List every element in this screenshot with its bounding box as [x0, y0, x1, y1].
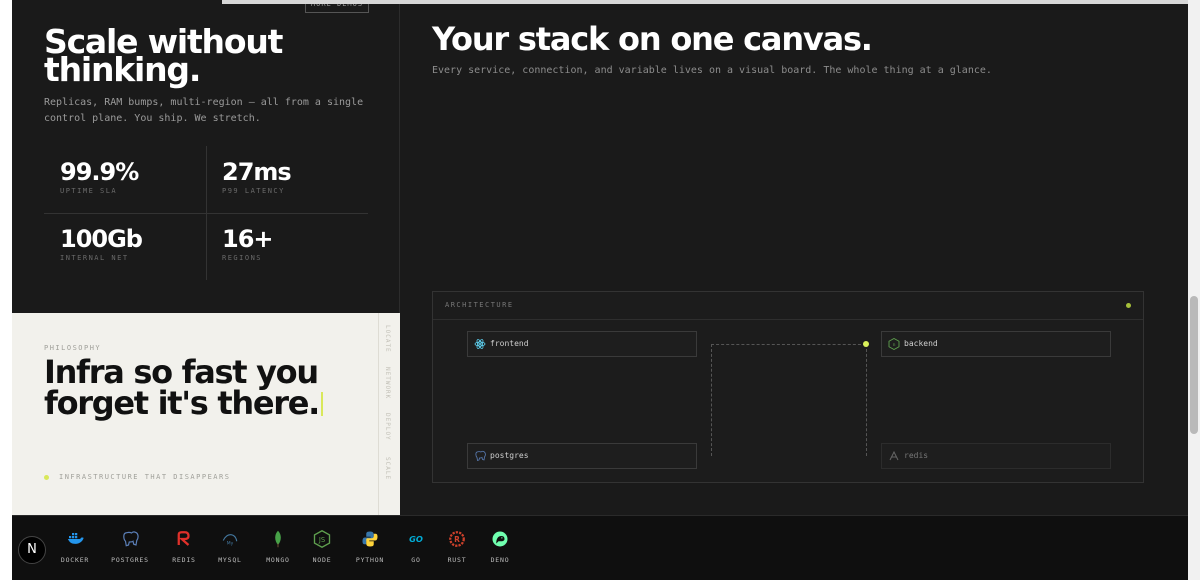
stat-label: INTERNAL NET — [60, 254, 129, 262]
svg-text:R: R — [454, 535, 460, 544]
tech-rust[interactable]: R RUST — [435, 530, 479, 574]
tech-label: NODE — [312, 556, 332, 564]
node-backend[interactable]: n backend — [881, 331, 1111, 357]
philosophy-tag-text: INFRASTRUCTURE THAT DISAPPEARS — [59, 473, 231, 481]
deno-icon — [492, 531, 508, 547]
tech-label: GO — [411, 556, 421, 564]
status-dot-icon — [44, 474, 49, 480]
react-icon — [474, 338, 486, 350]
stat-label: REGIONS — [222, 254, 263, 262]
rail-item: DEPLOY — [384, 413, 391, 441]
stats-grid: 99.9% UPTIME SLA 27ms P99 LATENCY 100Gb … — [44, 146, 368, 280]
node-postgres[interactable]: postgres — [467, 443, 697, 469]
philosophy-tag: INFRASTRUCTURE THAT DISAPPEARS — [44, 473, 230, 481]
stat-value: 27ms — [222, 158, 292, 186]
stat-value: 99.9% — [60, 158, 139, 186]
philosophy-section: PHILOSOPHY Infra so fast you forget it's… — [12, 313, 400, 515]
tech-bar: N DOCKER POSTGRES REDIS My MYSQL MONGO J… — [12, 515, 1188, 580]
tech-redis[interactable]: REDIS — [162, 530, 206, 574]
tech-label: PYTHON — [355, 556, 385, 564]
tech-postgres[interactable]: POSTGRES — [108, 530, 152, 574]
page: MORE DEMOS Scale without thinking. Repli… — [12, 0, 1188, 580]
tech-deno[interactable]: DENO — [478, 530, 522, 574]
stat-label: P99 LATENCY — [222, 187, 285, 195]
stat-regions: 16+ REGIONS — [206, 213, 368, 280]
postgres-icon — [123, 531, 139, 547]
scrollbar[interactable] — [1188, 0, 1200, 580]
rail-item: NETWORK — [384, 367, 391, 400]
connection-line — [866, 344, 867, 456]
stat-latency: 27ms P99 LATENCY — [206, 146, 368, 213]
canvas-title: Your stack on one canvas. — [432, 20, 873, 58]
redis-icon — [888, 450, 900, 462]
connection-line — [711, 344, 712, 456]
tech-label: DOCKER — [60, 556, 90, 564]
svg-text:n: n — [893, 343, 896, 348]
tech-python[interactable]: PYTHON — [348, 530, 392, 574]
text-caret — [321, 392, 324, 416]
stat-network: 100Gb INTERNAL NET — [44, 213, 206, 280]
tech-mysql[interactable]: My MYSQL — [208, 530, 252, 574]
scrollbar-thumb[interactable] — [1190, 296, 1198, 434]
node-icon: JS — [313, 530, 331, 548]
tech-docker[interactable]: DOCKER — [53, 530, 97, 574]
stat-label: UPTIME SLA — [60, 187, 118, 195]
svg-text:JS: JS — [318, 536, 325, 544]
mysql-icon: My — [222, 534, 238, 546]
redis-icon — [177, 531, 190, 546]
architecture-board: ARCHITECTURE frontend n backend postgres — [432, 291, 1144, 483]
svg-text:My: My — [227, 540, 234, 546]
stat-uptime: 99.9% UPTIME SLA — [44, 146, 206, 213]
docker-icon — [67, 533, 84, 544]
n-logo-button[interactable]: N — [18, 536, 46, 564]
tech-label: MYSQL — [218, 556, 242, 564]
rail-item: LOCATE — [384, 325, 391, 353]
scale-description: Replicas, RAM bumps, multi-region — all … — [44, 97, 364, 124]
tech-label: RUST — [447, 556, 467, 564]
scale-section: MORE DEMOS Scale without thinking. Repli… — [12, 0, 400, 313]
rust-icon: R — [449, 531, 465, 547]
philosophy-rail: LOCATE NETWORK DEPLOY SCALE — [378, 313, 400, 515]
status-dot-icon — [1126, 303, 1131, 308]
rail-item: SCALE — [384, 457, 391, 481]
connection-line — [711, 344, 866, 345]
scale-title: Scale without thinking. — [44, 22, 283, 89]
philosophy-label: PHILOSOPHY — [44, 344, 102, 352]
mongo-icon — [275, 530, 281, 548]
tech-mongo[interactable]: MONGO — [256, 530, 300, 574]
architecture-label: ARCHITECTURE — [445, 301, 514, 309]
tech-label: REDIS — [172, 556, 196, 564]
tech-label: MONGO — [266, 556, 290, 564]
node-icon: n — [888, 337, 900, 351]
tech-node[interactable]: JS NODE — [300, 530, 344, 574]
tech-label: POSTGRES — [111, 556, 149, 564]
python-icon — [362, 531, 378, 547]
browser-top-edge — [222, 0, 1188, 4]
tech-go[interactable]: GO GO — [394, 530, 438, 574]
node-label: postgres — [490, 451, 529, 460]
canvas-description: Every service, connection, and variable … — [432, 65, 992, 76]
node-label: frontend — [490, 339, 529, 348]
go-icon: GO — [409, 534, 423, 544]
stat-value: 16+ — [222, 225, 274, 253]
node-frontend[interactable]: frontend — [467, 331, 697, 357]
node-label: backend — [904, 339, 938, 348]
stat-value: 100Gb — [60, 225, 143, 253]
tech-label: DENO — [490, 556, 510, 564]
philosophy-title-text: Infra so fast you forget it's there. — [44, 353, 320, 422]
postgres-icon — [474, 450, 486, 462]
philosophy-title: Infra so fast you forget it's there. — [44, 356, 354, 419]
connection-dot — [863, 341, 869, 347]
node-redis[interactable]: redis — [881, 443, 1111, 469]
svg-text:GO: GO — [409, 534, 423, 544]
architecture-header: ARCHITECTURE — [433, 292, 1143, 320]
node-label: redis — [904, 451, 929, 460]
